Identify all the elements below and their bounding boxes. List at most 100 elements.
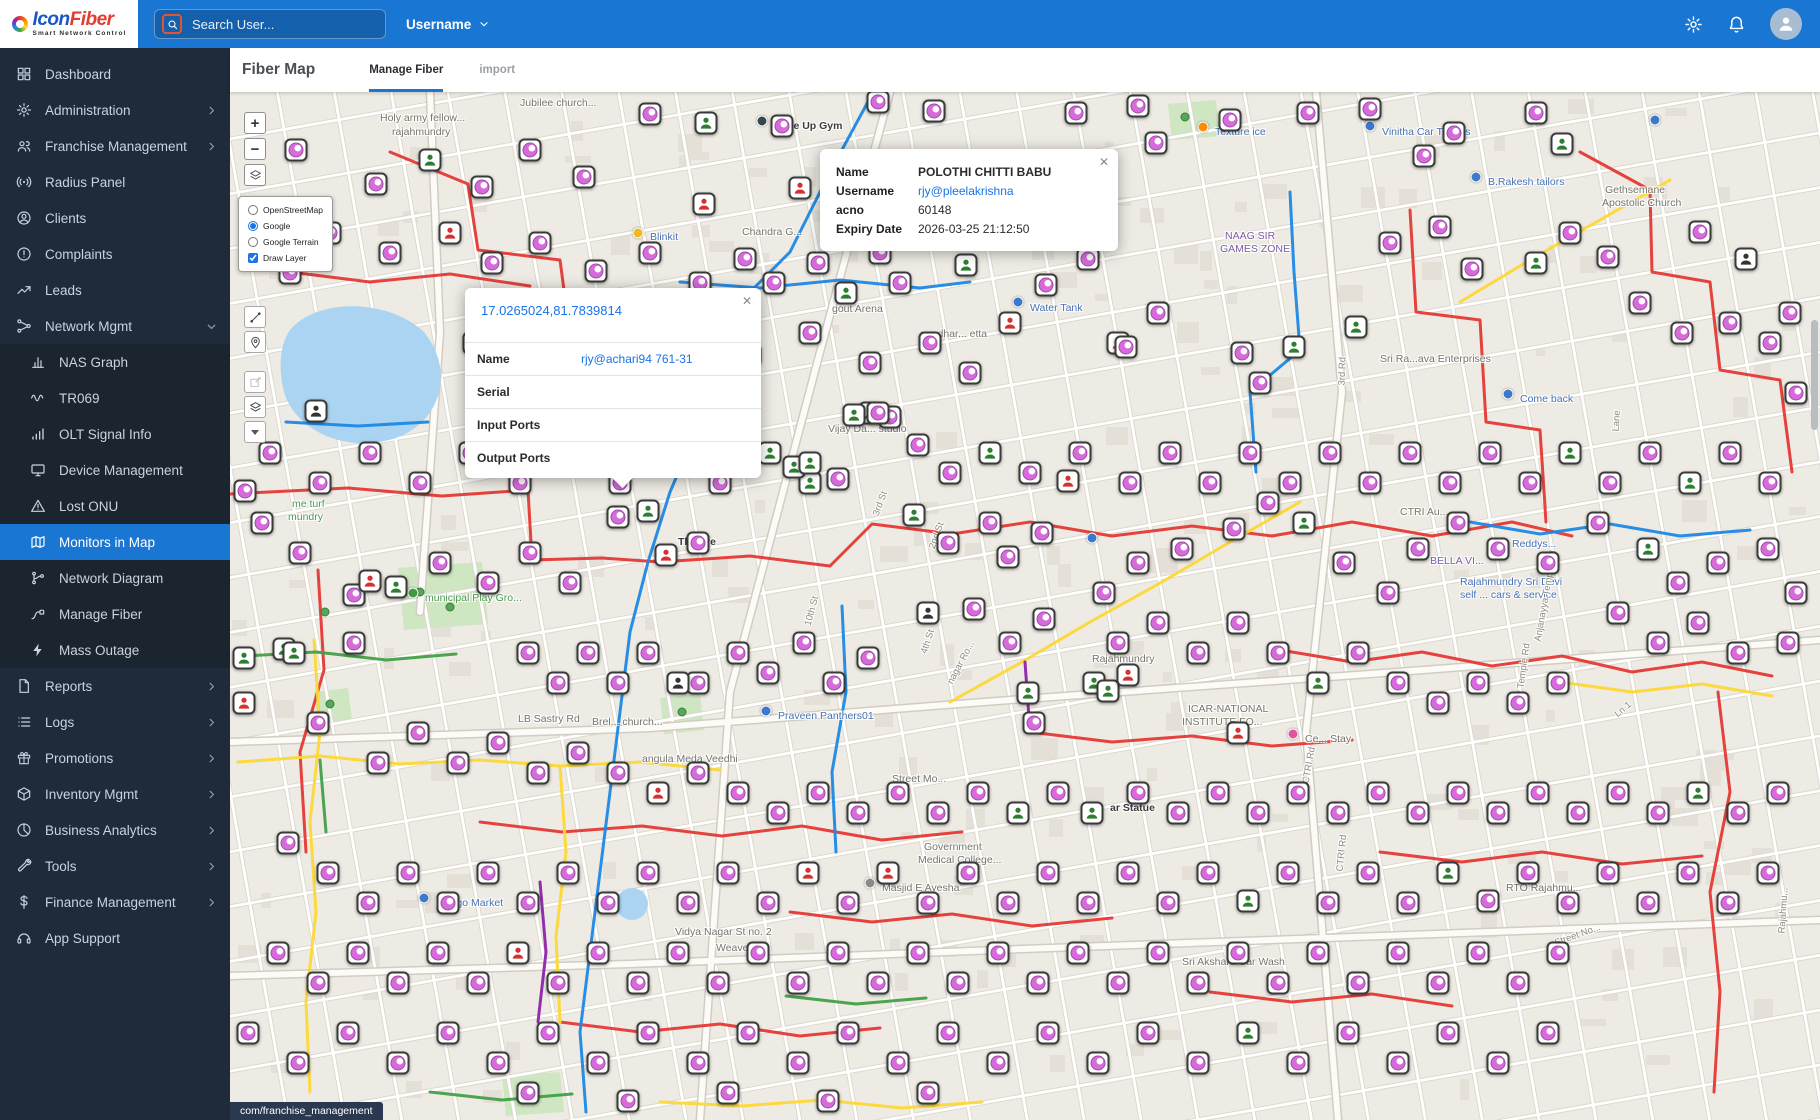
map-marker-monitor[interactable]: [1267, 972, 1290, 995]
map-marker-monitor[interactable]: [1347, 972, 1370, 995]
map-marker-monitor[interactable]: [1037, 862, 1060, 885]
map-marker-monitor[interactable]: [1031, 522, 1054, 545]
map-marker-monitor[interactable]: [1359, 98, 1382, 121]
map-marker-person[interactable]: [507, 942, 530, 965]
map-marker-monitor[interactable]: [1033, 608, 1056, 631]
map-marker-monitor[interactable]: [1333, 552, 1356, 575]
map-marker-person[interactable]: [1237, 1022, 1260, 1045]
map-marker-monitor[interactable]: [387, 1052, 410, 1075]
map-marker-person[interactable]: [877, 862, 900, 885]
layer-option-google-terrain[interactable]: Google Terrain: [248, 237, 323, 247]
map-marker-monitor[interactable]: [737, 1022, 760, 1045]
map-marker-monitor[interactable]: [1147, 612, 1170, 635]
sidebar-item-tools[interactable]: Tools: [0, 848, 230, 884]
map-marker-monitor[interactable]: [1461, 258, 1484, 281]
map-marker-monitor[interactable]: [1387, 1052, 1410, 1075]
sidebar-item-nas-graph[interactable]: NAS Graph: [0, 344, 230, 380]
sidebar-item-dashboard[interactable]: Dashboard: [0, 56, 230, 92]
map-marker-monitor[interactable]: [1167, 802, 1190, 825]
map-marker-monitor[interactable]: [1757, 538, 1780, 561]
map-marker-monitor[interactable]: [519, 542, 542, 565]
search-input[interactable]: [190, 16, 364, 33]
logo[interactable]: IconFiber Smart Network Control: [0, 0, 138, 48]
sidebar-item-business-analytics[interactable]: Business Analytics: [0, 812, 230, 848]
map-marker-monitor[interactable]: [637, 862, 660, 885]
map-marker-person[interactable]: [999, 312, 1022, 335]
map-marker-monitor[interactable]: [687, 672, 710, 695]
map-marker-monitor[interactable]: [251, 512, 274, 535]
map-marker-person[interactable]: [233, 692, 256, 715]
sidebar-item-radius-panel[interactable]: Radius Panel: [0, 164, 230, 200]
map-marker-monitor[interactable]: [1759, 472, 1782, 495]
map-marker-monitor[interactable]: [1525, 102, 1548, 125]
map-marker-monitor[interactable]: [1547, 942, 1570, 965]
map-marker-monitor[interactable]: [1231, 342, 1254, 365]
map-marker-monitor[interactable]: [771, 115, 794, 138]
map-marker-monitor[interactable]: [827, 942, 850, 965]
map-marker-monitor[interactable]: [1447, 782, 1470, 805]
map-marker-monitor[interactable]: [947, 972, 970, 995]
map-marker-monitor[interactable]: [529, 232, 552, 255]
map-marker-monitor[interactable]: [827, 468, 850, 491]
map-marker-monitor[interactable]: [573, 166, 596, 189]
map-marker-monitor[interactable]: [1719, 442, 1742, 465]
map-marker-monitor[interactable]: [437, 1022, 460, 1045]
map-marker-monitor[interactable]: [1227, 612, 1250, 635]
map-marker-person[interactable]: [799, 452, 822, 475]
map-marker-monitor[interactable]: [287, 1052, 310, 1075]
map-marker-monitor[interactable]: [427, 942, 450, 965]
map-marker-monitor[interactable]: [437, 892, 460, 915]
map-marker-person[interactable]: [1307, 672, 1330, 695]
map-marker-monitor[interactable]: [1037, 1022, 1060, 1045]
map-marker-person[interactable]: [1081, 802, 1104, 825]
baselayer-radio[interactable]: [248, 237, 258, 247]
map-marker-person[interactable]: [1735, 248, 1758, 271]
map-marker-monitor[interactable]: [309, 472, 332, 495]
map-marker-monitor[interactable]: [587, 1052, 610, 1075]
map-marker-monitor[interactable]: [1249, 372, 1272, 395]
map-marker-monitor[interactable]: [429, 552, 452, 575]
map-marker-monitor[interactable]: [587, 942, 610, 965]
map-marker-monitor[interactable]: [559, 572, 582, 595]
map-marker-person[interactable]: [637, 500, 660, 523]
map-marker-monitor[interactable]: [1127, 782, 1150, 805]
map-marker-monitor[interactable]: [1467, 672, 1490, 695]
map-marker-monitor[interactable]: [747, 942, 770, 965]
map-marker-monitor[interactable]: [1307, 942, 1330, 965]
map-marker-monitor[interactable]: [1467, 942, 1490, 965]
map-marker-person[interactable]: [419, 149, 442, 172]
map-marker-monitor[interactable]: [387, 972, 410, 995]
sidebar-item-device-management[interactable]: Device Management: [0, 452, 230, 488]
map-marker-monitor[interactable]: [1647, 802, 1670, 825]
map-marker-monitor[interactable]: [1519, 472, 1542, 495]
map-marker-monitor[interactable]: [939, 462, 962, 485]
map-marker-monitor[interactable]: [1279, 472, 1302, 495]
map-marker-person[interactable]: [1437, 862, 1460, 885]
map-marker-monitor[interactable]: [757, 662, 780, 685]
map-marker-monitor[interactable]: [337, 1022, 360, 1045]
sidebar-item-manage-fiber[interactable]: Manage Fiber: [0, 596, 230, 632]
map-marker-monitor[interactable]: [379, 242, 402, 265]
map-marker-monitor[interactable]: [1115, 336, 1138, 359]
map-marker-monitor[interactable]: [607, 506, 630, 529]
map-marker-monitor[interactable]: [1487, 802, 1510, 825]
map-marker-person[interactable]: [1017, 682, 1040, 705]
map-marker-monitor[interactable]: [1327, 802, 1350, 825]
map-marker-person[interactable]: [1057, 470, 1080, 493]
map-marker-person[interactable]: [1345, 316, 1368, 339]
map-marker-monitor[interactable]: [1717, 892, 1740, 915]
fiber-map[interactable]: Holy army fellow...rajahmundryJubilee ch…: [230, 92, 1820, 1120]
layer-option-google[interactable]: Google: [248, 221, 323, 231]
map-marker-monitor[interactable]: [799, 322, 822, 345]
map-marker-monitor[interactable]: [1777, 632, 1800, 655]
avatar[interactable]: [1770, 8, 1802, 40]
map-marker-monitor[interactable]: [1629, 292, 1652, 315]
map-marker-monitor[interactable]: [1587, 512, 1610, 535]
draw-marker-tool[interactable]: [244, 331, 266, 353]
map-marker-monitor[interactable]: [1137, 1022, 1160, 1045]
map-marker-monitor[interactable]: [887, 1052, 910, 1075]
map-marker-monitor[interactable]: [577, 642, 600, 665]
map-marker-monitor[interactable]: [997, 546, 1020, 569]
map-marker-monitor[interactable]: [734, 248, 757, 271]
map-marker-monitor[interactable]: [1779, 302, 1802, 325]
